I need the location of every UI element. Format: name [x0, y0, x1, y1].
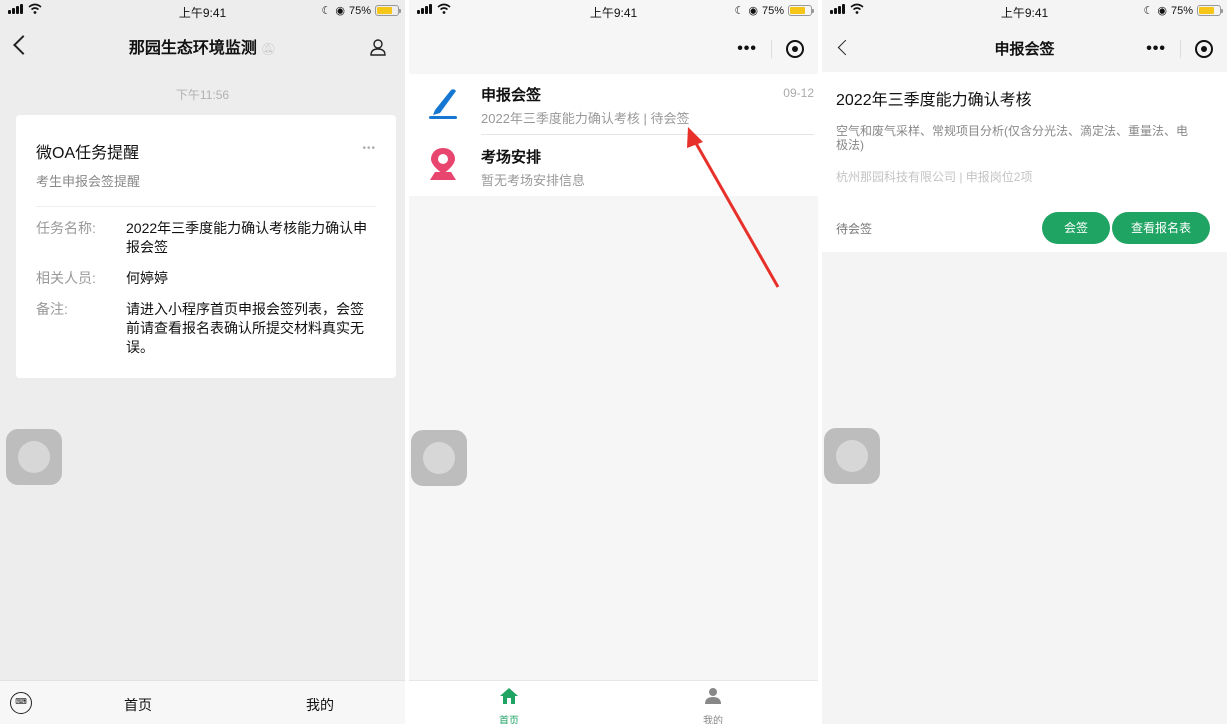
remark-row: 备注: 请进入小程序首页申报会签列表，会签前请查看报名表确认所提交材料真实无误。	[36, 300, 376, 357]
more-icon[interactable]: •••	[1146, 40, 1166, 58]
home-icon	[500, 688, 518, 704]
related-person-row: 相关人员: 何婷婷	[36, 269, 376, 288]
more-icon[interactable]: •••	[362, 143, 376, 154]
status-bar: 上午9:41 ☾ ◉ 75%	[822, 0, 1227, 22]
view-registration-button[interactable]: 查看报名表	[1112, 212, 1210, 244]
status-right: ☾ ◉ 75%	[321, 4, 401, 17]
task-name-value: 2022年三季度能力确认考核能力确认申报会签	[126, 220, 368, 255]
declaration-card: 2022年三季度能力确认考核 空气和废气采样、常规项目分析(仅含分光法、滴定法、…	[822, 72, 1227, 252]
tab-home[interactable]: 首页	[124, 695, 152, 715]
floating-assistive-button[interactable]	[411, 430, 467, 486]
lock-rotation-icon: ◉	[335, 5, 345, 17]
tab-mine-label: 我的	[703, 716, 723, 724]
related-person-value: 何婷婷	[126, 270, 168, 286]
moon-icon: ☾	[1143, 5, 1154, 17]
capsule-menu: •••	[1146, 38, 1213, 60]
tab-bar: 首页 我的	[409, 680, 818, 724]
exam-description: 空气和废气采样、常规项目分析(仅含分光法、滴定法、重量法、电极法)	[836, 124, 1188, 152]
page-title: 那园生态环境监测 🔕︎	[0, 34, 405, 58]
remark-value: 请进入小程序首页申报会签列表，会签前请查看报名表确认所提交材料真实无误。	[126, 301, 364, 355]
sign-button[interactable]: 会签	[1042, 212, 1110, 244]
battery-icon	[375, 5, 401, 16]
nav-bar: 申报会签 •••	[822, 34, 1227, 64]
nav-bar: 那园生态环境监测 🔕︎	[0, 34, 405, 70]
company-info: 杭州那园科技有限公司 | 申报岗位2项	[836, 170, 1033, 184]
card-divider	[36, 206, 376, 207]
tab-home-label: 首页	[499, 716, 519, 724]
battery-icon	[1197, 5, 1223, 16]
floating-assistive-button[interactable]	[824, 428, 880, 484]
red-annotation-arrow	[687, 127, 780, 288]
profile-icon[interactable]	[369, 38, 387, 56]
remark-key: 备注:	[36, 301, 68, 317]
mute-icon: 🔕︎	[260, 42, 277, 56]
status-right: ☾ ◉ 75%	[1143, 4, 1223, 17]
keyboard-icon[interactable]: ⌨	[10, 692, 32, 714]
card-title: 微OA任务提醒	[36, 145, 140, 162]
chat-panel: 上午9:41 ☾ ◉ 75% 那园生态环境监测 🔕︎ 下午11:56 微OA任务提…	[0, 0, 405, 724]
task-name-key: 任务名称:	[36, 220, 96, 236]
miniprogram-home-panel: 上午9:41 ☾ ◉ 75% ••• 申报会签 2022年三季度能力确认考核 |…	[409, 0, 818, 724]
close-miniprogram-icon[interactable]	[1195, 40, 1213, 58]
related-person-key: 相关人员:	[36, 270, 96, 286]
tab-bar: ⌨ 首页 我的	[0, 680, 405, 724]
moon-icon: ☾	[321, 5, 332, 17]
task-name-row: 任务名称: 2022年三季度能力确认考核能力确认申报会签	[36, 219, 376, 257]
lock-rotation-icon: ◉	[1157, 5, 1167, 17]
tab-mine[interactable]: 我的	[693, 687, 733, 724]
exam-heading: 2022年三季度能力确认考核	[836, 92, 1032, 109]
battery-text: 75%	[348, 4, 371, 17]
declaration-sign-panel: 上午9:41 ☾ ◉ 75% 申报会签 ••• 2022年三季度能力确认考核 空…	[822, 0, 1227, 724]
status-bar: 上午9:41 ☾ ◉ 75%	[0, 0, 405, 22]
user-icon	[705, 688, 721, 704]
battery-text: 75%	[1170, 4, 1193, 17]
task-reminder-card[interactable]: 微OA任务提醒 ••• 考生申报会签提醒 任务名称: 2022年三季度能力确认考…	[16, 115, 396, 378]
message-time: 下午11:56	[175, 88, 230, 102]
floating-assistive-button[interactable]	[6, 429, 62, 485]
tab-mine[interactable]: 我的	[306, 695, 334, 715]
page-title-text: 那园生态环境监测	[128, 40, 257, 57]
status-badge: 待会签	[836, 222, 873, 236]
capsule-divider	[1180, 40, 1181, 58]
card-subtitle: 考生申报会签提醒	[36, 174, 141, 189]
tab-home[interactable]: 首页	[489, 687, 529, 724]
